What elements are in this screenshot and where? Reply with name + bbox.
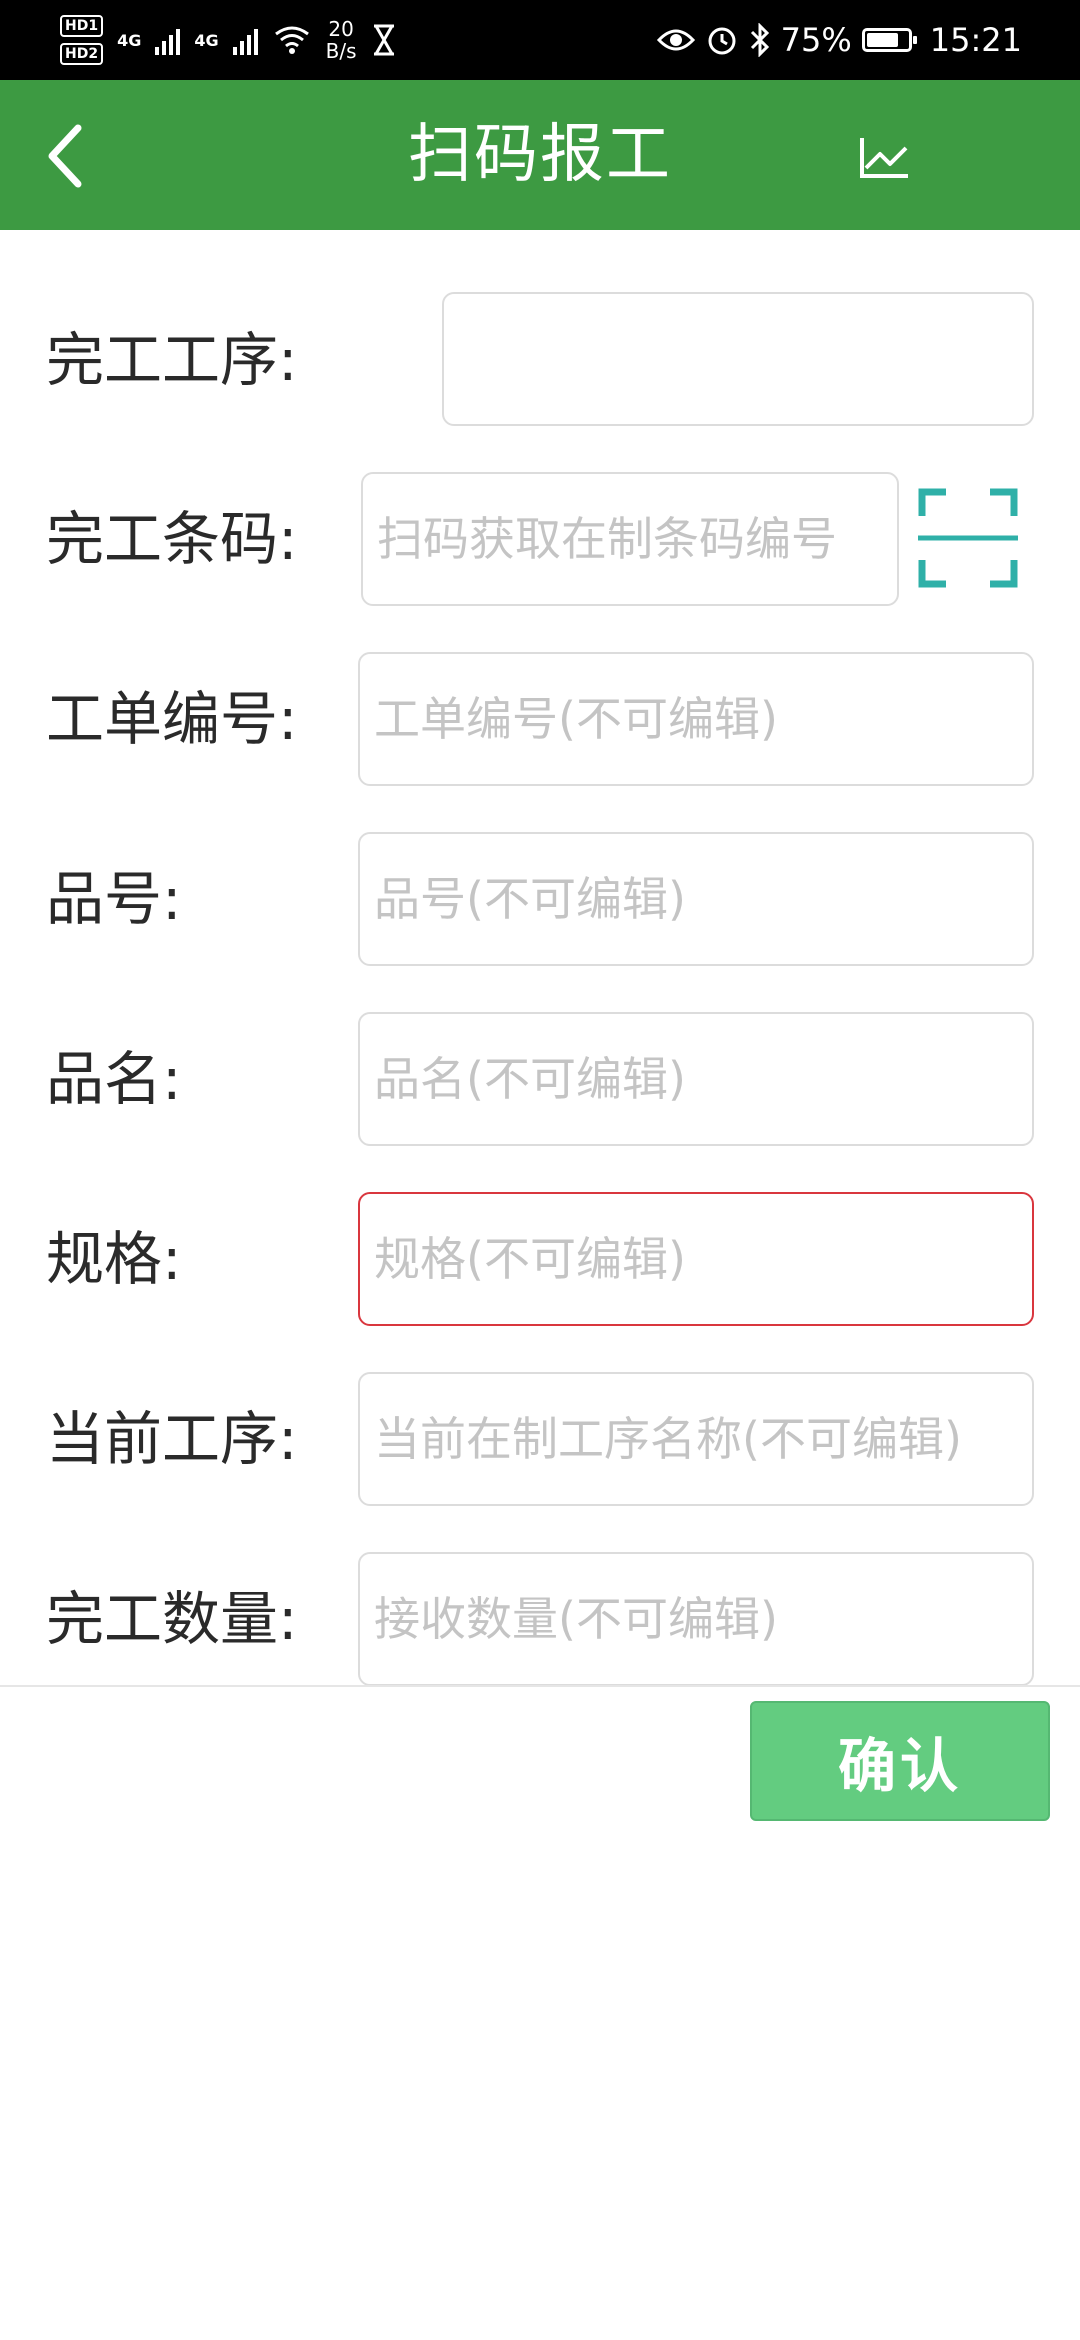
scan-icon[interactable] <box>916 486 1020 590</box>
back-chevron-icon[interactable] <box>34 116 114 196</box>
network-speed: 20 B/s <box>326 18 357 62</box>
network-type-2: 4G <box>194 30 219 50</box>
line-chart-icon[interactable] <box>856 120 916 190</box>
divider <box>0 1685 1080 1687</box>
item-name-field[interactable] <box>358 1012 1034 1146</box>
item-no-input[interactable] <box>360 834 1032 964</box>
page-title: 扫码报工 <box>408 118 672 192</box>
label-item-name: 品名: <box>46 1045 182 1113</box>
finished-process-input[interactable] <box>444 294 1032 424</box>
work-order-field[interactable] <box>358 652 1034 786</box>
item-no-field[interactable] <box>358 832 1034 966</box>
finished-process-field[interactable] <box>442 292 1034 426</box>
alarm-icon <box>708 27 736 55</box>
label-finished-quantity: 完工数量: <box>46 1585 298 1653</box>
battery-percent: 75% <box>780 21 852 59</box>
speed-unit: B/s <box>325 39 357 63</box>
wifi-icon <box>274 26 309 54</box>
label-work-order: 工单编号: <box>46 685 298 753</box>
item-name-input[interactable] <box>360 1014 1032 1144</box>
status-left: HD1 HD2 4G 4G 20 B/s <box>60 0 397 80</box>
finished-quantity-field[interactable] <box>358 1552 1034 1686</box>
work-order-input[interactable] <box>360 654 1032 784</box>
finished-quantity-input[interactable] <box>360 1554 1032 1684</box>
finished-barcode-input[interactable] <box>363 474 897 604</box>
network-type-1: 4G <box>117 30 142 50</box>
signal-icon <box>232 25 258 55</box>
battery-icon <box>861 28 917 52</box>
label-current-process: 当前工序: <box>46 1405 298 1473</box>
current-process-input[interactable] <box>360 1374 1032 1504</box>
label-item-no: 品号: <box>46 865 182 933</box>
status-bar: HD1 HD2 4G 4G 20 B/s 75% 15:21 <box>0 0 1080 80</box>
hourglass-icon <box>373 24 394 56</box>
label-spec: 规格: <box>46 1225 182 1293</box>
app-bar: 扫码报工 <box>0 80 1080 230</box>
finished-barcode-field[interactable] <box>361 472 899 606</box>
hd1-badge: HD1 <box>60 15 104 37</box>
bluetooth-icon <box>750 23 769 57</box>
eye-icon <box>656 29 695 51</box>
clock: 15:21 <box>929 21 1022 59</box>
spec-field[interactable] <box>358 1192 1034 1326</box>
label-finished-process: 完工工序: <box>46 326 298 394</box>
current-process-field[interactable] <box>358 1372 1034 1506</box>
confirm-button[interactable]: 确认 <box>750 1701 1050 1821</box>
spec-input[interactable] <box>360 1194 1032 1324</box>
hd-indicators: HD1 HD2 <box>60 15 104 65</box>
speed-value: 20 <box>328 17 354 41</box>
signal-icon <box>155 25 181 55</box>
label-finished-barcode: 完工条码: <box>46 505 298 573</box>
status-right: 75% 15:21 <box>656 0 1022 80</box>
hd2-badge: HD2 <box>60 43 104 65</box>
